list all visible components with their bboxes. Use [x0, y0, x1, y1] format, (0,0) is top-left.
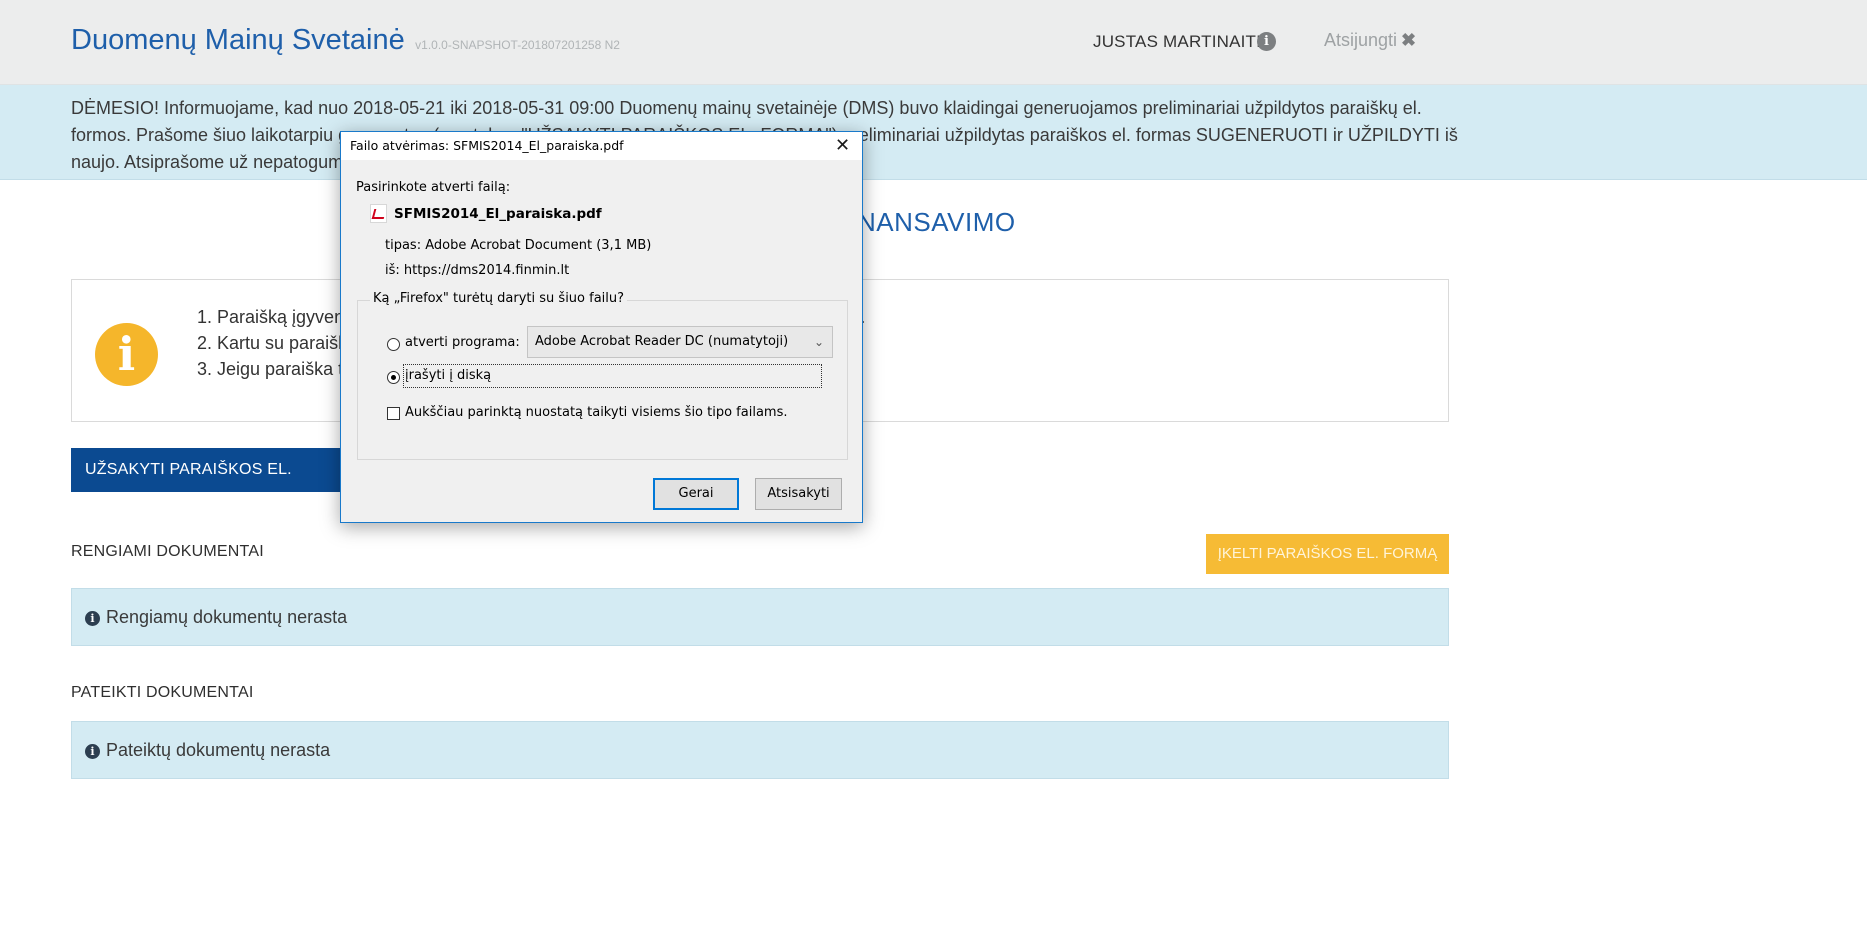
save-to-disk-radio[interactable]: [387, 371, 400, 384]
pdf-file-icon: [370, 204, 387, 223]
site-title[interactable]: Duomenų Mainų Svetainė: [71, 24, 405, 56]
open-with-radio[interactable]: [387, 338, 400, 351]
info-icon[interactable]: i: [1257, 32, 1276, 51]
dialog-title: Failo atvėrimas: SFMIS2014_El_paraiska.p…: [350, 138, 624, 153]
page-title: NANSAVIMO: [857, 207, 1016, 237]
save-to-disk-label[interactable]: įrašyti į diską: [405, 368, 491, 383]
top-bar: Duomenų Mainų Svetainė v1.0.0-SNAPSHOT-2…: [0, 0, 1867, 85]
file-source: iš: https://dms2014.finmin.lt: [385, 263, 570, 278]
remember-choice-label[interactable]: Aukščiau parinktą nuostatą taikyti visie…: [405, 405, 787, 420]
file-open-dialog: Failo atvėrimas: SFMIS2014_El_paraiska.p…: [340, 131, 863, 523]
submitted-empty-text: Pateiktų dokumentų nerasta: [106, 740, 331, 760]
file-type: tipas: Adobe Acrobat Document (3,1 MB): [385, 238, 652, 253]
close-x-icon: ✖: [1401, 30, 1417, 50]
file-name: SFMIS2014_El_paraiska.pdf: [394, 206, 602, 222]
draft-documents-empty: i Rengiamų dokumentų nerasta: [71, 588, 1449, 646]
upload-form-button[interactable]: ĮKELTI PARAIŠKOS EL. FORMĄ: [1206, 534, 1449, 574]
action-question: Ką „Firefox" turėtų daryti su šiuo failu…: [370, 291, 628, 306]
version-label: v1.0.0-SNAPSHOT-201807201258 N2: [415, 38, 620, 52]
logout-link[interactable]: Atsijungti ✖: [1324, 30, 1416, 51]
open-with-label[interactable]: atverti programa:: [405, 335, 520, 350]
draft-empty-text: Rengiamų dokumentų nerasta: [106, 607, 348, 627]
info-circle-icon: i: [95, 323, 158, 386]
info-icon: i: [85, 744, 100, 759]
application-select[interactable]: Adobe Acrobat Reader DC (numatytoji) ⌄: [527, 326, 833, 358]
order-form-button[interactable]: UŽSAKYTI PARAIŠKOS EL. FORMĄ: [71, 448, 343, 522]
dialog-titlebar[interactable]: Failo atvėrimas: SFMIS2014_El_paraiska.p…: [341, 132, 862, 160]
application-select-value: Adobe Acrobat Reader DC (numatytoji): [535, 334, 789, 349]
cancel-button[interactable]: Atsisakyti: [755, 478, 842, 510]
info-icon: i: [85, 611, 100, 626]
dialog-prompt: Pasirinkote atverti failą:: [356, 180, 511, 195]
submitted-documents-title: PATEIKTI DOKUMENTAI: [71, 684, 254, 701]
dialog-footer: Gerai Atsisakyti: [341, 464, 862, 522]
user-name[interactable]: JUSTAS MARTINAITIS: [1093, 32, 1273, 52]
dialog-body: Pasirinkote atverti failą: SFMIS2014_El_…: [341, 160, 862, 522]
draft-documents-title: RENGIAMI DOKUMENTAI: [71, 543, 264, 560]
chevron-down-icon: ⌄: [813, 335, 824, 349]
action-group: Ką „Firefox" turėtų daryti su šiuo failu…: [357, 291, 848, 460]
logout-label: Atsijungti: [1324, 30, 1398, 50]
remember-choice-checkbox[interactable]: [387, 407, 400, 420]
close-icon[interactable]: ✕: [835, 135, 850, 156]
warning-notice: DĖMESIO! Informuojame, kad nuo 2018-05-2…: [0, 85, 1867, 180]
brand[interactable]: Duomenų Mainų Svetainė v1.0.0-SNAPSHOT-2…: [71, 24, 620, 57]
ok-button[interactable]: Gerai: [653, 478, 739, 510]
submitted-documents-empty: i Pateiktų dokumentų nerasta: [71, 721, 1449, 779]
